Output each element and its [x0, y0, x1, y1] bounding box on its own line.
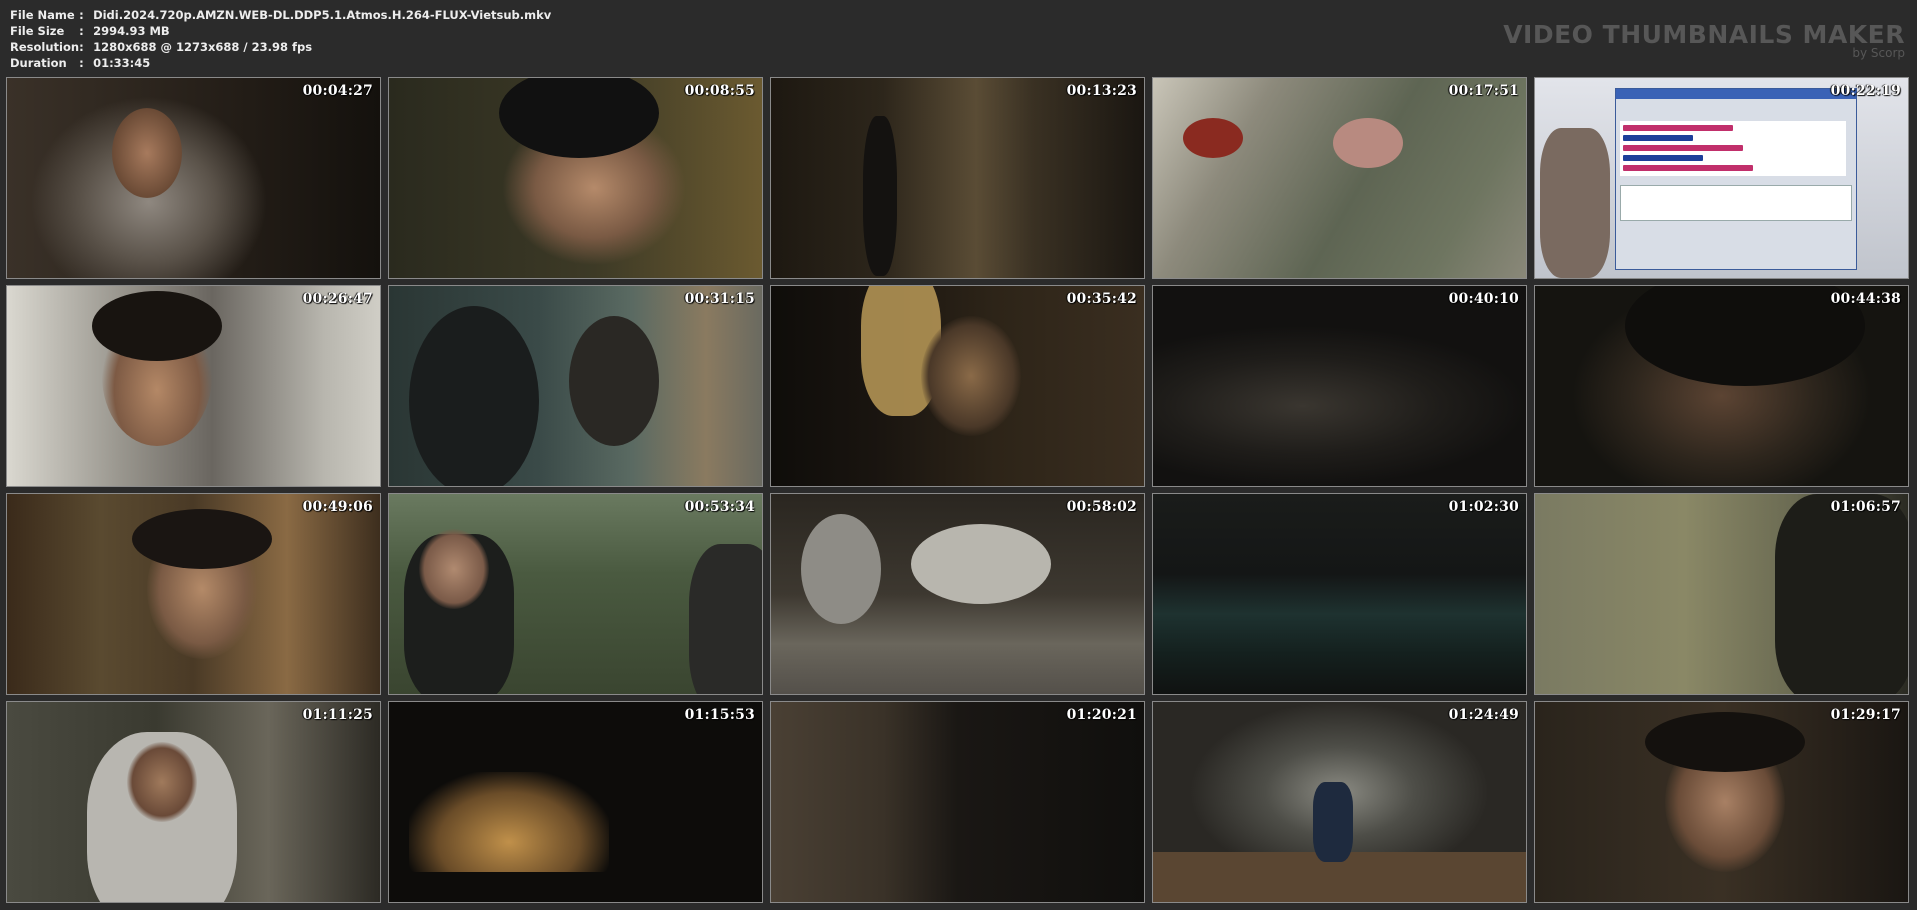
thumbnail[interactable]: 00:13:23 [770, 77, 1145, 279]
brand-logo: VIDEO THUMBNAILS MAKER by Scorp [1503, 22, 1905, 60]
info-row-resolution: Resolution : 1280x688 @ 1273x688 / 23.98… [10, 39, 551, 55]
im-chat-area [1620, 121, 1846, 176]
thumbnail[interactable]: 01:02:30 [1152, 493, 1527, 695]
timestamp: 00:53:34 [684, 499, 755, 515]
face-shape [127, 742, 197, 822]
info-key: File Size [10, 24, 65, 38]
thumbnail[interactable]: 01:20:21 [770, 701, 1145, 903]
timestamp: 00:58:02 [1066, 499, 1137, 515]
timestamp: 01:06:57 [1830, 499, 1901, 515]
timestamp: 00:22:19 [1830, 83, 1901, 99]
face-shape [112, 108, 182, 198]
face-shape [921, 316, 1021, 436]
info-key: File Name [10, 8, 75, 22]
info-value: 2994.93 MB [93, 24, 170, 38]
thumbnail[interactable]: 01:24:49 [1152, 701, 1527, 903]
im-input-area [1620, 185, 1852, 221]
person-shape [1775, 494, 1908, 694]
timestamp: 01:02:30 [1448, 499, 1519, 515]
thumbnail[interactable]: 01:29:17 [1534, 701, 1909, 903]
timestamp: 00:40:10 [1448, 291, 1519, 307]
timestamp: 00:49:06 [302, 499, 373, 515]
person-shape [569, 316, 659, 446]
hair-shape [92, 291, 222, 361]
im-line [1623, 125, 1733, 131]
thumbnail[interactable]: 00:31:15 [388, 285, 763, 487]
thumbnail[interactable]: 00:49:06 [6, 493, 381, 695]
figure-shape [863, 116, 897, 276]
timestamp: 00:35:42 [1066, 291, 1137, 307]
thumbnail[interactable]: 00:40:10 [1152, 285, 1527, 487]
im-line [1623, 135, 1693, 141]
figure-shape [1313, 782, 1353, 862]
thumbnail-frame [7, 78, 380, 278]
brand-title: VIDEO THUMBNAILS MAKER [1503, 20, 1905, 49]
info-row-duration: Duration : 01:33:45 [10, 55, 551, 71]
thumbnail[interactable]: 00:26:47 [6, 285, 381, 487]
person-shape [689, 544, 762, 694]
thumbnail[interactable]: 00:53:34 [388, 493, 763, 695]
hair-shape [132, 509, 272, 569]
info-value: Didi.2024.720p.AMZN.WEB-DL.DDP5.1.Atmos.… [93, 8, 552, 22]
timestamp: 00:04:27 [302, 83, 373, 99]
thumbnail[interactable]: 00:35:42 [770, 285, 1145, 487]
paint-shape [1183, 118, 1243, 158]
info-row-file-size: File Size : 2994.93 MB [10, 23, 551, 39]
im-line [1623, 145, 1743, 151]
sock-shape [911, 524, 1051, 604]
timestamp: 00:44:38 [1830, 291, 1901, 307]
thumbnail-grid: 00:04:27 00:08:55 00:13:23 00:17:51 00:2… [6, 77, 1912, 904]
info-row-file-name: File Name : Didi.2024.720p.AMZN.WEB-DL.D… [10, 7, 551, 23]
thumbnail[interactable]: 01:15:53 [388, 701, 763, 903]
person-shape [1540, 128, 1610, 278]
face-shape [419, 529, 489, 609]
timestamp: 00:26:47 [302, 291, 373, 307]
person-shape [409, 306, 539, 486]
im-line [1623, 155, 1703, 161]
paint-shape [1333, 118, 1403, 168]
timestamp: 01:29:17 [1830, 707, 1901, 723]
info-key: Resolution [10, 40, 80, 54]
thumbnail-frame [1153, 494, 1526, 694]
thumbnail[interactable]: 00:08:55 [388, 77, 763, 279]
thumbnail[interactable]: 00:44:38 [1534, 285, 1909, 487]
thumbnail[interactable]: 00:22:19 [1534, 77, 1909, 279]
thumbnail[interactable]: 00:04:27 [6, 77, 381, 279]
info-value: 01:33:45 [93, 56, 151, 70]
im-line [1623, 165, 1753, 171]
thumbnail[interactable]: 01:11:25 [6, 701, 381, 903]
im-title-bar [1616, 89, 1856, 99]
timestamp: 01:11:25 [302, 707, 373, 723]
info-separator: : [79, 40, 84, 54]
timestamp: 00:08:55 [684, 83, 755, 99]
thumbnail[interactable]: 00:58:02 [770, 493, 1145, 695]
timestamp: 00:13:23 [1066, 83, 1137, 99]
sock-shape [801, 514, 881, 624]
timestamp: 01:24:49 [1448, 707, 1519, 723]
hair-shape [1645, 712, 1805, 772]
thumbnail-frame [1153, 78, 1526, 278]
thumbnail-frame [771, 78, 1144, 278]
thumbnail[interactable]: 00:17:51 [1152, 77, 1527, 279]
info-key: Duration [10, 56, 67, 70]
info-separator: : [79, 24, 84, 38]
info-separator: : [79, 56, 84, 70]
timestamp: 00:31:15 [684, 291, 755, 307]
thumbnail[interactable]: 01:06:57 [1534, 493, 1909, 695]
timestamp: 00:17:51 [1448, 83, 1519, 99]
info-header: File Name : Didi.2024.720p.AMZN.WEB-DL.D… [0, 0, 1917, 76]
house-shape [409, 772, 609, 872]
timestamp: 01:15:53 [684, 707, 755, 723]
file-info-table: File Name : Didi.2024.720p.AMZN.WEB-DL.D… [10, 7, 551, 71]
thumbnail-frame [1153, 286, 1526, 486]
timestamp: 01:20:21 [1066, 707, 1137, 723]
thumbnail-frame [771, 702, 1144, 902]
info-separator: : [79, 8, 84, 22]
info-value: 1280x688 @ 1273x688 / 23.98 fps [93, 40, 313, 54]
instant-message-window [1615, 88, 1857, 270]
